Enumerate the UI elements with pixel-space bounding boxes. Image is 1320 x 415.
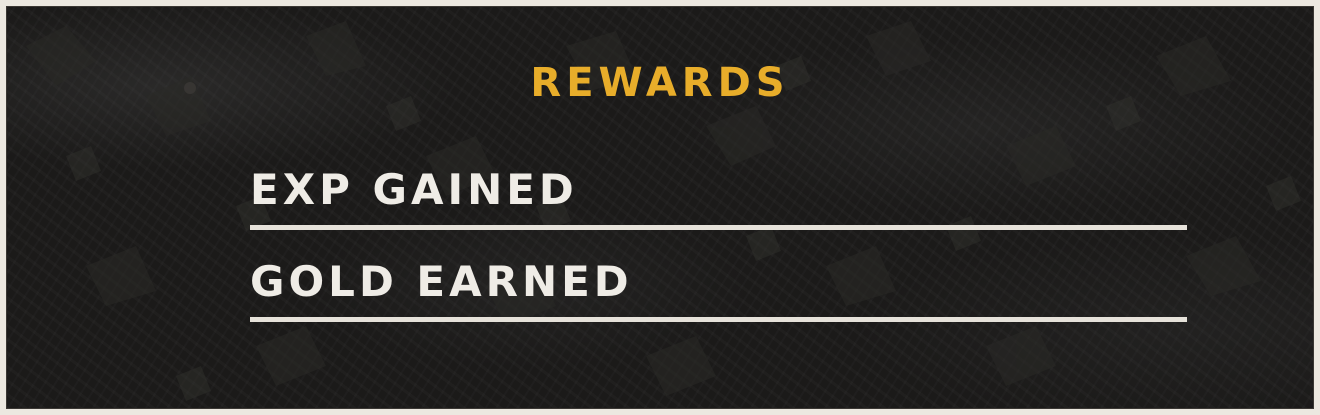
gold-earned-divider (250, 317, 1187, 322)
gold-earned-label: GOLD EARNED (250, 257, 633, 306)
rewards-frame: REWARDS EXP GAINED GOLD EARNED (0, 0, 1320, 415)
exp-gained-divider (250, 225, 1187, 230)
rewards-title: REWARDS (530, 60, 790, 106)
exp-gained-label: EXP GAINED (250, 165, 578, 214)
